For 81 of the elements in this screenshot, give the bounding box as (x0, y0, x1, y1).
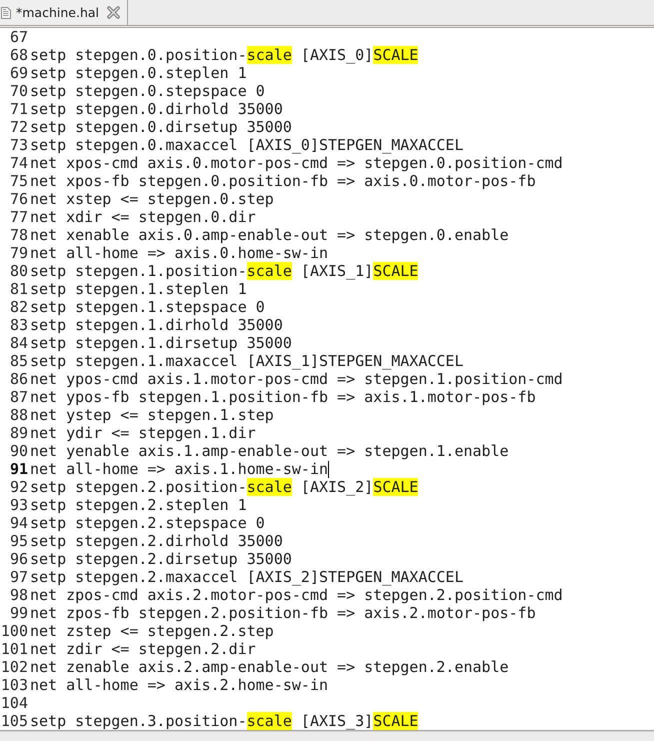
code-line: setp stepgen.0.steplen 1 (30, 64, 247, 82)
line-number: 82 (8, 298, 28, 316)
line-number: 70 (8, 82, 28, 100)
line-number: 71 (8, 100, 28, 118)
line-number: 92 (8, 478, 28, 496)
code-line: setp stepgen.1.dirhold 35000 (30, 316, 283, 334)
line-number: 73 (8, 136, 28, 154)
line-number: 104 (0, 694, 28, 712)
close-tab-button[interactable] (107, 6, 120, 19)
line-number: 97 (8, 568, 28, 586)
line-number: 87 (8, 388, 28, 406)
code-line: setp stepgen.0.stepspace 0 (30, 82, 265, 100)
code-line: setp stepgen.2.maxaccel [AXIS_2]STEPGEN_MAXACCEL (30, 568, 464, 586)
line-number: 96 (8, 550, 28, 568)
code-line: net all-home => axis.0.home-sw-in (30, 244, 328, 262)
code-line: net xstep <= stepgen.0.step (30, 190, 274, 208)
line-number: 68 (8, 46, 28, 64)
line-number: 80 (8, 262, 28, 280)
code-line: net ystep <= stepgen.1.step (30, 406, 274, 424)
line-number: 90 (8, 442, 28, 460)
code-line: setp stepgen.2.steplen 1 (30, 496, 247, 514)
code-line: net all-home => axis.1.home-sw-in (30, 460, 328, 478)
line-number: 95 (8, 532, 28, 550)
line-number: 89 (8, 424, 28, 442)
document-icon (1, 6, 11, 18)
line-number: 76 (8, 190, 28, 208)
code-line: net zpos-fb stepgen.2.position-fb => axis.2.motor-pos-fb (30, 604, 536, 622)
code-line: setp stepgen.3.position-scale [AXIS_3]SCALE (30, 712, 418, 730)
file-tab[interactable]: *machine.hal (0, 0, 128, 25)
code-line: setp stepgen.1.position-scale [AXIS_1]SCALE (30, 262, 418, 280)
code-line: net xenable axis.0.amp-enable-out => stepgen.0.enable (30, 226, 509, 244)
line-number: 83 (8, 316, 28, 334)
line-number: 103 (0, 676, 28, 694)
line-number: 77 (8, 208, 28, 226)
line-number: 102 (0, 658, 28, 676)
code-line: setp stepgen.1.maxaccel [AXIS_1]STEPGEN_MAXACCEL (30, 352, 464, 370)
line-number: 86 (8, 370, 28, 388)
code-line: setp stepgen.0.dirsetup 35000 (30, 118, 292, 136)
line-number: 98 (8, 586, 28, 604)
code-line: net xpos-fb stepgen.0.position-fb => axis.0.motor-pos-fb (30, 172, 536, 190)
code-line: setp stepgen.0.dirhold 35000 (30, 100, 283, 118)
code-line: net zdir <= stepgen.2.dir (30, 640, 256, 658)
code-line: net zstep <= stepgen.2.step (30, 622, 274, 640)
code-line: setp stepgen.2.dirsetup 35000 (30, 550, 292, 568)
line-number: 88 (8, 406, 28, 424)
code-editor[interactable] (0, 27, 654, 730)
code-line: net zenable axis.2.amp-enable-out => stepgen.2.enable (30, 658, 509, 676)
close-icon (107, 6, 120, 19)
line-number: 72 (8, 118, 28, 136)
line-number: 99 (8, 604, 28, 622)
line-number: 74 (8, 154, 28, 172)
code-line: setp stepgen.1.stepspace 0 (30, 298, 265, 316)
line-number: 94 (8, 514, 28, 532)
code-line: net all-home => axis.2.home-sw-in (30, 676, 328, 694)
line-number: 100 (0, 622, 28, 640)
code-line: net ypos-fb stepgen.1.position-fb => axis.1.motor-pos-fb (30, 388, 536, 406)
line-number: 79 (8, 244, 28, 262)
line-number: 105 (0, 712, 28, 730)
code-line: setp stepgen.1.dirsetup 35000 (30, 334, 292, 352)
code-line: setp stepgen.0.position-scale [AXIS_0]SCALE (30, 46, 418, 64)
code-line: net zpos-cmd axis.2.motor-pos-cmd => stepgen.2.position-cmd (30, 586, 563, 604)
line-number: 69 (8, 64, 28, 82)
line-number: 75 (8, 172, 28, 190)
code-line: net ypos-cmd axis.1.motor-pos-cmd => stepgen.1.position-cmd (30, 370, 563, 388)
code-line: setp stepgen.2.dirhold 35000 (30, 532, 283, 550)
code-line: setp stepgen.2.position-scale [AXIS_2]SCALE (30, 478, 418, 496)
line-number: 85 (8, 352, 28, 370)
code-line: net ydir <= stepgen.1.dir (30, 424, 256, 442)
line-number: 81 (8, 280, 28, 298)
line-number: 93 (8, 496, 28, 514)
code-line: net xpos-cmd axis.0.motor-pos-cmd => stepgen.0.position-cmd (30, 154, 563, 172)
code-line: setp stepgen.0.maxaccel [AXIS_0]STEPGEN_MAXACCEL (30, 136, 464, 154)
code-line: net yenable axis.1.amp-enable-out => stepgen.1.enable (30, 442, 509, 460)
line-number: 78 (8, 226, 28, 244)
line-number: 67 (8, 28, 28, 46)
code-line: setp stepgen.1.steplen 1 (30, 280, 247, 298)
line-number: 84 (8, 334, 28, 352)
line-number: 101 (0, 640, 28, 658)
code-line: net xdir <= stepgen.0.dir (30, 208, 256, 226)
code-line: setp stepgen.2.stepspace 0 (30, 514, 265, 532)
line-number: 91 (8, 460, 28, 478)
